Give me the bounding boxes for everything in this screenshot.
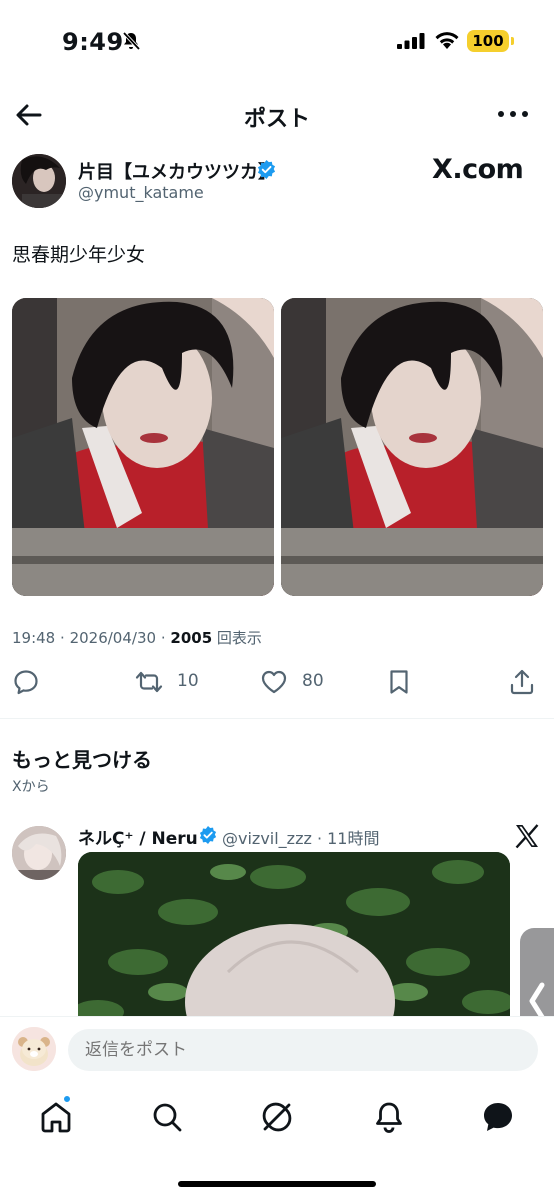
grok-icon — [262, 1102, 292, 1132]
reply-input[interactable] — [68, 1029, 538, 1071]
discover-subheading: Xから — [12, 779, 50, 795]
post-time: 19:48 — [12, 629, 56, 647]
battery-indicator: 100 — [467, 30, 509, 52]
post-photo-1[interactable] — [12, 298, 274, 596]
battery-cap — [511, 37, 514, 45]
suggested-author-avatar[interactable] — [12, 826, 66, 880]
author-handle[interactable]: @ymut_katame — [78, 183, 204, 202]
meta-separator: · — [160, 629, 166, 647]
author-avatar[interactable] — [12, 154, 66, 208]
page-title: ポスト — [243, 107, 310, 132]
more-options-icon[interactable] — [496, 104, 530, 124]
wifi-icon — [435, 32, 459, 49]
like-count: 80 — [302, 671, 324, 691]
repost-button[interactable]: 10 — [135, 668, 199, 700]
status-time: 9:49 — [62, 28, 124, 56]
tab-messages[interactable] — [479, 1098, 517, 1136]
discover-heading: もっと見つける — [12, 748, 152, 772]
suggested-post-media[interactable] — [78, 852, 510, 1022]
bell-icon — [376, 1102, 402, 1133]
search-icon — [153, 1103, 182, 1132]
tab-grok[interactable] — [258, 1098, 296, 1136]
author-name[interactable]: 片目【ユメカウツツカ】 — [78, 158, 276, 184]
cellular-signal-icon — [397, 33, 425, 49]
bookmark-button[interactable] — [385, 668, 413, 700]
heart-icon — [261, 670, 287, 694]
post-date: 2026/04/30 — [69, 629, 157, 647]
chat-bubble-icon — [484, 1103, 512, 1131]
suggested-handle-time[interactable]: @vizvil_zzz · 11時間 — [222, 825, 380, 849]
tab-home[interactable] — [37, 1098, 75, 1136]
repost-count: 10 — [177, 671, 199, 691]
bell-muted-icon — [122, 31, 141, 51]
share-icon — [510, 669, 534, 695]
x-logo-icon — [515, 824, 539, 849]
post-text: 思春期少年少女 — [12, 244, 146, 266]
home-notification-dot — [62, 1094, 72, 1104]
chevron-left-icon — [529, 982, 545, 1020]
home-indicator — [178, 1181, 376, 1187]
repost-icon — [135, 671, 163, 693]
tab-search[interactable] — [148, 1098, 186, 1136]
x-com-logo: X.com — [432, 154, 524, 185]
status-bar: 9:49 100 — [0, 0, 554, 80]
meta-separator: · — [60, 629, 65, 647]
views-count: 2005 — [170, 629, 213, 647]
bookmark-icon — [390, 670, 408, 694]
home-icon — [41, 1102, 71, 1133]
reply-icon — [14, 670, 38, 695]
current-user-avatar[interactable] — [12, 1027, 56, 1071]
suggested-author-name[interactable]: ネルÇ⁺ / Neru — [78, 824, 198, 849]
verified-badge-icon — [257, 160, 276, 179]
post-meta: 19:48 · 2026/04/30 · 2005 回表示 — [12, 627, 262, 648]
post-photo-2[interactable] — [281, 298, 543, 596]
section-divider — [0, 718, 554, 719]
tab-notifications[interactable] — [370, 1098, 408, 1136]
reply-button[interactable] — [12, 668, 40, 700]
like-button[interactable]: 80 — [260, 668, 324, 700]
views-label: 回表示 — [216, 629, 262, 647]
verified-badge-icon — [199, 826, 217, 844]
share-button[interactable] — [508, 668, 536, 700]
